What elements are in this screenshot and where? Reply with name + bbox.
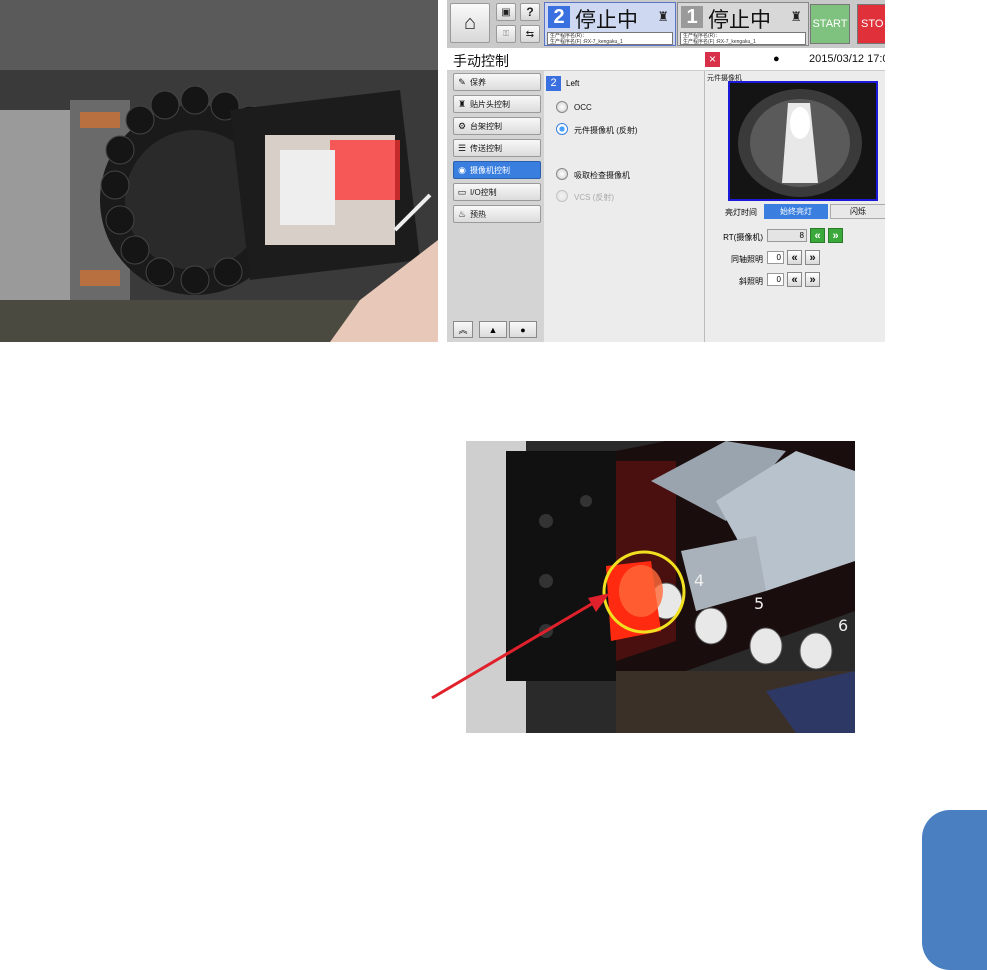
coaxial-increase-button[interactable]: »: [805, 250, 820, 265]
head-icon: ♜: [457, 98, 467, 109]
double-right-icon: »: [832, 229, 839, 242]
station-number: 2: [548, 6, 570, 28]
chapter-tab: [922, 810, 987, 970]
nozzle-number-5: 5: [754, 594, 764, 613]
hmi-screen: ⌂ ▣ ? ⚿ ⇆ 2 停止中 ♜ 生产程序名(R)： 生产程序名(F) :RX…: [447, 0, 885, 342]
station-status: 停止中: [708, 9, 771, 32]
component-camera-radio[interactable]: [556, 123, 568, 135]
manual-control-sidebar: ✎ 保养 ♜ 贴片头控制 ⚙ 台架控制 ☰ 传送控制 ◉ 摄像机控制 ▭ I/O控制 ♨ 预热…: [447, 71, 544, 342]
sidebar-item-camera-control[interactable]: ◉ 摄像机控制: [453, 161, 541, 179]
pickup-camera-label: 吸取检查摄像机: [574, 171, 630, 180]
nozzle-number-4: 4: [694, 571, 704, 590]
oblique-light-value: 0: [767, 273, 784, 286]
lock-button[interactable]: ⚿: [496, 25, 516, 43]
info-icon: ●: [520, 324, 526, 335]
always-on-button[interactable]: 始终亮灯: [764, 204, 828, 219]
coaxial-light-value: 0: [767, 251, 784, 264]
sidebar-item-label: 台架控制: [470, 121, 502, 131]
help-icon: ?: [526, 5, 534, 19]
station-program-info: 生产程序名(R)： 生产程序名(F) :RX-7_kengaku_1: [680, 32, 806, 45]
screen-title: 手动控制: [453, 53, 509, 69]
oblique-decrease-button[interactable]: «: [787, 272, 802, 287]
double-up-icon: ︽: [458, 325, 468, 335]
conveyor-icon: ☰: [457, 142, 467, 153]
station-1-panel[interactable]: 1 停止中 ♜ 生产程序名(R)： 生产程序名(F) :RX-7_kengaku…: [677, 2, 809, 46]
double-left-icon: «: [791, 273, 798, 286]
station-2-panel[interactable]: 2 停止中 ♜ 生产程序名(R)： 生产程序名(F) :RX-7_kengaku…: [544, 2, 676, 46]
sidebar-item-label: I/O控制: [470, 187, 497, 197]
home-icon: ⌂: [463, 11, 477, 34]
vcs-label: VCS (反射): [574, 193, 614, 202]
camera-select-panel: 2 Left OCC 元件摄像机 (反射) 吸取检查摄像机 VCS (反射): [544, 71, 704, 342]
occ-radio[interactable]: [556, 101, 568, 113]
sidebar-item-conveyor-control[interactable]: ☰ 传送控制: [453, 139, 541, 157]
sidebar-item-head-control[interactable]: ♜ 贴片头控制: [453, 95, 541, 113]
oblique-increase-button[interactable]: »: [805, 272, 820, 287]
rt-decrease-button[interactable]: «: [810, 228, 825, 243]
stop-button[interactable]: STO: [857, 4, 885, 44]
station-program-info: 生产程序名(R)： 生产程序名(F) :RX-7_kengaku_1: [547, 32, 673, 45]
home-button[interactable]: ⌂: [450, 3, 490, 43]
user-icon: ●: [773, 53, 780, 65]
double-right-icon: »: [809, 273, 816, 286]
camera-icon: ◉: [458, 164, 466, 175]
wrench-icon: ✎: [458, 76, 466, 87]
start-button[interactable]: START: [810, 4, 850, 44]
ab-button[interactable]: ▣: [496, 3, 516, 21]
pointer-arrow: [431, 593, 610, 700]
warning-button[interactable]: ▲: [479, 321, 507, 338]
pickup-camera-radio[interactable]: [556, 168, 568, 180]
flash-button[interactable]: 闪烁: [830, 204, 885, 219]
head-icon: ♜: [657, 9, 669, 24]
sidebar-item-label: 贴片头控制: [470, 99, 510, 109]
coaxial-decrease-button[interactable]: «: [787, 250, 802, 265]
head-icon: ♜: [790, 9, 802, 24]
info-button[interactable]: ●: [509, 321, 537, 338]
station-status: 停止中: [575, 9, 638, 32]
double-left-icon: «: [791, 251, 798, 264]
double-left-icon: «: [814, 229, 821, 242]
screen-title-bar: 手动控制 × ● 2015/03/12 17:0: [447, 50, 885, 71]
station-number: 1: [681, 6, 703, 28]
rt-camera-value: 8: [767, 229, 807, 242]
help-button[interactable]: ?: [520, 3, 540, 21]
scroll-top-button[interactable]: ︽: [453, 321, 473, 338]
ab-icon: ▣: [501, 6, 511, 18]
side-number-badge: 2: [546, 76, 561, 91]
transfer-icon: ⇆: [525, 28, 535, 40]
camera-live-view: [728, 81, 878, 201]
oblique-light-label: 斜照明: [739, 277, 763, 286]
camera-head-photo: [0, 0, 438, 342]
nozzle-number-6: 6: [838, 616, 848, 635]
sidebar-item-io-control[interactable]: ▭ I/O控制: [453, 183, 541, 201]
lock-icon: ⚿: [502, 29, 510, 38]
sidebar-item-label: 保养: [470, 77, 486, 87]
sidebar-item-label: 预热: [470, 209, 486, 219]
sidebar-item-label: 摄像机控制: [470, 165, 510, 175]
transfer-button[interactable]: ⇆: [520, 25, 540, 43]
warning-icon: ▲: [488, 324, 498, 335]
io-icon: ▭: [457, 186, 467, 197]
component-camera-label: 元件摄像机 (反射): [574, 126, 638, 135]
double-right-icon: »: [809, 251, 816, 264]
rt-camera-label: RT(摄像机): [723, 233, 763, 242]
sidebar-item-label: 传送控制: [470, 143, 502, 153]
camera-view-pane: 元件摄像机 亮灯时间 始终亮灯 闪烁 RT(摄像机) 8 « » 同轴照明 0 …: [704, 71, 885, 342]
sidebar-item-stage-control[interactable]: ⚙ 台架控制: [453, 117, 541, 135]
heat-icon: ♨: [457, 208, 467, 219]
side-label: Left: [566, 79, 580, 88]
sidebar-item-preheat[interactable]: ♨ 预热: [453, 205, 541, 223]
hmi-toolbar: ⌂ ▣ ? ⚿ ⇆ 2 停止中 ♜ 生产程序名(R)： 生产程序名(F) :RX…: [447, 0, 885, 48]
gear-icon: ⚙: [457, 120, 467, 131]
coaxial-light-label: 同轴照明: [731, 255, 763, 264]
datetime-display: 2015/03/12 17:0: [809, 53, 885, 65]
vcs-radio: [556, 190, 568, 202]
occ-label: OCC: [574, 103, 592, 112]
light-time-label: 亮灯时间: [725, 208, 757, 217]
close-button[interactable]: ×: [705, 52, 720, 67]
sidebar-item-maintenance[interactable]: ✎ 保养: [453, 73, 541, 91]
rt-increase-button[interactable]: »: [828, 228, 843, 243]
